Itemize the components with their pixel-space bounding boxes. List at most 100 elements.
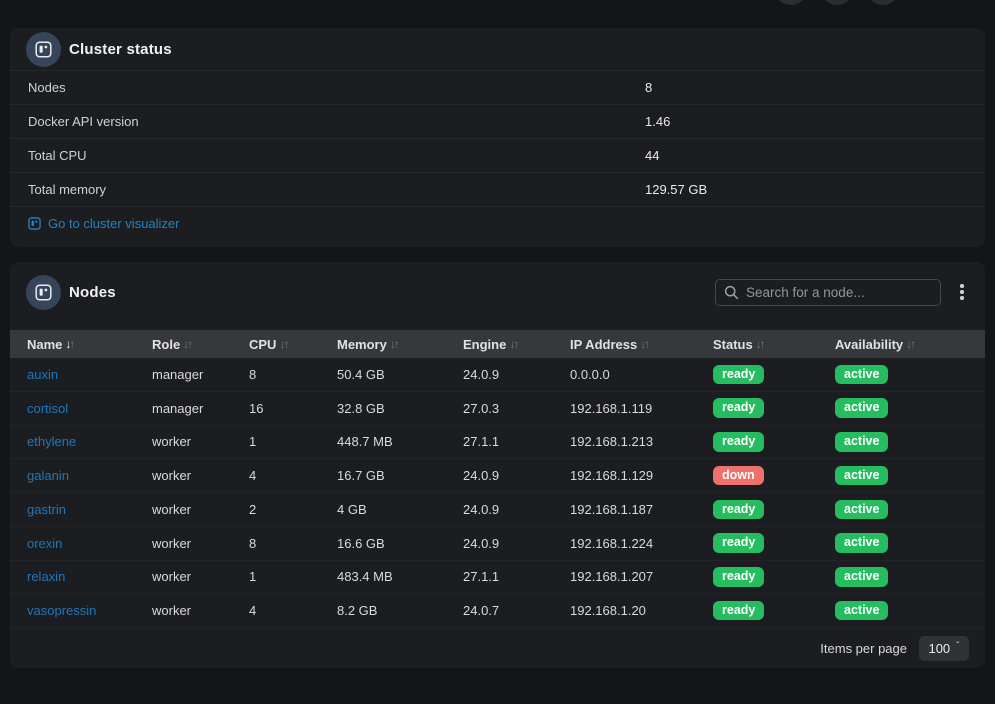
table-row: gastrin worker 2 4 GB 24.0.9 192.168.1.1… bbox=[10, 493, 985, 527]
status-badge: ready bbox=[713, 500, 764, 520]
sort-arrows-icon: ↓↑ bbox=[65, 337, 73, 351]
items-per-page-value: 100 bbox=[928, 641, 950, 656]
node-name-link[interactable]: vasopressin bbox=[27, 603, 152, 618]
nodes-table-header: Name ↓↑ Role ↓↑ CPU ↓↑ Memory ↓↑ Engine … bbox=[10, 330, 985, 358]
node-cpu: 1 bbox=[249, 569, 337, 584]
node-cpu: 2 bbox=[249, 502, 337, 517]
column-label: CPU bbox=[249, 337, 276, 352]
cluster-status-row: Total memory 129.57 GB bbox=[10, 172, 985, 206]
status-badge: ready bbox=[713, 432, 764, 452]
cluster-row-value: 129.57 GB bbox=[645, 182, 707, 197]
sort-arrows-icon: ↓↑ bbox=[183, 337, 191, 351]
column-header[interactable]: Name ↓↑ bbox=[27, 337, 152, 352]
table-row: auxin manager 8 50.4 GB 24.0.9 0.0.0.0 r… bbox=[10, 358, 985, 392]
sort-arrows-icon: ↓↑ bbox=[640, 337, 648, 351]
cluster-row-value: 44 bbox=[645, 148, 659, 163]
availability-badge: active bbox=[835, 500, 888, 520]
node-search-input[interactable] bbox=[715, 279, 941, 306]
status-badge: ready bbox=[713, 601, 764, 621]
column-header[interactable]: Availability ↓↑ bbox=[835, 337, 985, 352]
cluster-visualizer-link[interactable]: Go to cluster visualizer bbox=[10, 206, 985, 240]
cluster-status-header: Cluster status bbox=[10, 28, 985, 70]
node-engine: 24.0.9 bbox=[463, 536, 570, 551]
status-badge: ready bbox=[713, 533, 764, 553]
column-label: Role bbox=[152, 337, 180, 352]
sort-arrows-icon: ↓↑ bbox=[279, 337, 287, 351]
availability-badge: active bbox=[835, 466, 888, 486]
node-cpu: 8 bbox=[249, 536, 337, 551]
column-label: Status bbox=[713, 337, 753, 352]
status-badge: down bbox=[713, 466, 764, 486]
header-button-3[interactable] bbox=[866, 0, 900, 5]
node-search bbox=[715, 279, 941, 306]
node-memory: 50.4 GB bbox=[337, 367, 463, 382]
column-header[interactable]: Memory ↓↑ bbox=[337, 337, 463, 352]
node-memory: 483.4 MB bbox=[337, 569, 463, 584]
items-per-page-label: Items per page bbox=[820, 641, 907, 656]
table-row: cortisol manager 16 32.8 GB 27.0.3 192.1… bbox=[10, 392, 985, 426]
node-cpu: 8 bbox=[249, 367, 337, 382]
node-engine: 24.0.9 bbox=[463, 367, 570, 382]
column-label: Availability bbox=[835, 337, 903, 352]
node-ip: 192.168.1.187 bbox=[570, 502, 713, 517]
cluster-visualizer-icon bbox=[28, 217, 41, 230]
node-name-link[interactable]: relaxin bbox=[27, 569, 152, 584]
chevron-down-icon: ˇ bbox=[956, 642, 959, 652]
availability-badge: active bbox=[835, 365, 888, 385]
column-label: IP Address bbox=[570, 337, 637, 352]
cluster-status-row: Nodes 8 bbox=[10, 70, 985, 104]
node-name-link[interactable]: cortisol bbox=[27, 401, 152, 416]
node-engine: 24.0.9 bbox=[463, 502, 570, 517]
cluster-row-label: Total memory bbox=[10, 182, 106, 197]
nodes-table-body: auxin manager 8 50.4 GB 24.0.9 0.0.0.0 r… bbox=[10, 358, 985, 628]
column-header[interactable]: Status ↓↑ bbox=[713, 337, 835, 352]
node-ip: 192.168.1.207 bbox=[570, 569, 713, 584]
items-per-page-select[interactable]: 100 ˇ bbox=[919, 636, 969, 661]
node-ip: 192.168.1.20 bbox=[570, 603, 713, 618]
node-engine: 27.1.1 bbox=[463, 569, 570, 584]
column-label: Memory bbox=[337, 337, 387, 352]
column-header[interactable]: Role ↓↑ bbox=[152, 337, 249, 352]
node-name-link[interactable]: auxin bbox=[27, 367, 152, 382]
sort-arrows-icon: ↓↑ bbox=[390, 337, 398, 351]
node-role: worker bbox=[152, 569, 249, 584]
column-header[interactable]: IP Address ↓↑ bbox=[570, 337, 713, 352]
node-name-link[interactable]: ethylene bbox=[27, 434, 152, 449]
kebab-menu-icon[interactable] bbox=[955, 279, 969, 306]
status-badge: ready bbox=[713, 398, 764, 418]
cluster-row-label: Docker API version bbox=[10, 114, 139, 129]
header-button-1[interactable] bbox=[774, 0, 808, 5]
sort-arrows-icon: ↓↑ bbox=[906, 337, 914, 351]
node-memory: 16.7 GB bbox=[337, 468, 463, 483]
cluster-status-widget: Cluster status Nodes 8 Docker API versio… bbox=[10, 28, 985, 247]
node-name-link[interactable]: galanin bbox=[27, 468, 152, 483]
nodes-title: Nodes bbox=[69, 284, 116, 301]
column-header[interactable]: Engine ↓↑ bbox=[463, 337, 570, 352]
node-role: worker bbox=[152, 434, 249, 449]
availability-badge: active bbox=[835, 432, 888, 452]
node-memory: 4 GB bbox=[337, 502, 463, 517]
node-name-link[interactable]: orexin bbox=[27, 536, 152, 551]
node-cpu: 1 bbox=[249, 434, 337, 449]
header-button-2[interactable] bbox=[820, 0, 854, 5]
node-engine: 27.0.3 bbox=[463, 401, 570, 416]
cluster-row-label: Total CPU bbox=[10, 148, 87, 163]
status-badge: ready bbox=[713, 567, 764, 587]
node-cpu: 4 bbox=[249, 603, 337, 618]
availability-badge: active bbox=[835, 398, 888, 418]
availability-badge: active bbox=[835, 567, 888, 587]
node-role: manager bbox=[152, 401, 249, 416]
node-role: worker bbox=[152, 603, 249, 618]
node-cpu: 4 bbox=[249, 468, 337, 483]
table-row: relaxin worker 1 483.4 MB 27.1.1 192.168… bbox=[10, 561, 985, 595]
node-memory: 16.6 GB bbox=[337, 536, 463, 551]
sort-arrows-icon: ↓↑ bbox=[756, 337, 764, 351]
column-header[interactable]: CPU ↓↑ bbox=[249, 337, 337, 352]
cluster-row-label: Nodes bbox=[10, 80, 66, 95]
node-ip: 0.0.0.0 bbox=[570, 367, 713, 382]
availability-badge: active bbox=[835, 533, 888, 553]
node-name-link[interactable]: gastrin bbox=[27, 502, 152, 517]
cluster-status-list: Nodes 8 Docker API version 1.46 Total CP… bbox=[10, 70, 985, 206]
node-ip: 192.168.1.224 bbox=[570, 536, 713, 551]
hard-drive-icon bbox=[26, 275, 61, 310]
